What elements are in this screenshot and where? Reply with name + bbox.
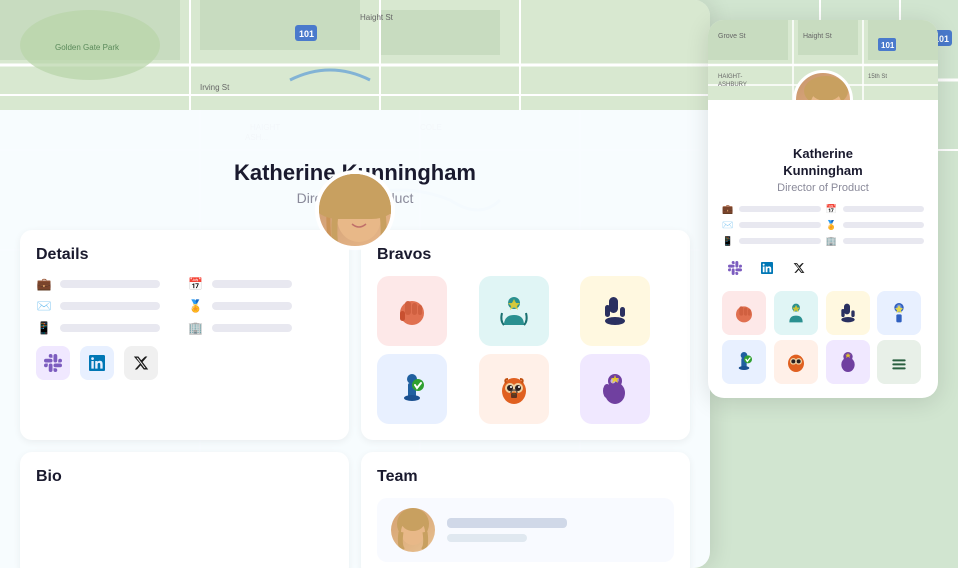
sec-bravo-3[interactable]	[826, 291, 870, 335]
secondary-profile-role: Director of Product	[722, 182, 924, 194]
profile-header: Katherine Kunningham Director of Product	[0, 110, 710, 230]
sec-detail-1: 💼	[722, 204, 821, 215]
bio-title: Bio	[36, 468, 333, 486]
avatar-image	[315, 170, 395, 250]
svg-text:ASHBURY: ASHBURY	[718, 82, 747, 88]
calendar-icon: 📅	[188, 276, 204, 292]
sec-phone-icon: 📱	[722, 236, 734, 247]
bravos-title: Bravos	[377, 246, 674, 264]
svg-text:Haight St: Haight St	[360, 13, 394, 22]
bio-lines	[36, 498, 333, 516]
avatar	[315, 170, 395, 250]
team-title: Team	[377, 468, 674, 486]
sec-detail-3: ✉️	[722, 220, 821, 231]
team-card: Team	[361, 452, 690, 568]
twitter-button[interactable]	[124, 346, 158, 380]
sec-calendar-icon: 📅	[826, 204, 838, 215]
bravos-card: Bravos	[361, 230, 690, 440]
slack-button[interactable]	[36, 346, 70, 380]
detail-value-5	[60, 324, 160, 332]
detail-row-5: 📱	[36, 320, 182, 336]
sec-detail-2: 📅	[826, 204, 925, 215]
svg-text:Grove St: Grove St	[718, 33, 746, 40]
svg-text:Irving St: Irving St	[200, 83, 230, 92]
sec-twitter-button[interactable]	[786, 255, 812, 281]
bravos-grid	[377, 276, 674, 424]
team-member-info	[447, 518, 660, 542]
details-title: Details	[36, 246, 333, 264]
team-member-avatar	[391, 508, 435, 552]
team-member-row[interactable]	[377, 498, 674, 562]
detail-row-4: 🏅	[188, 298, 334, 314]
bravo-item-6[interactable]	[580, 354, 650, 424]
sec-linkedin-button[interactable]	[754, 255, 780, 281]
email-icon: ✉️	[36, 298, 52, 314]
sec-bravo-1[interactable]	[722, 291, 766, 335]
sec-bravo-4[interactable]	[877, 291, 921, 335]
sec-bravo-2[interactable]	[774, 291, 818, 335]
detail-value-2	[212, 280, 292, 288]
details-grid: 💼 📅 ✉️ 🏅 📱	[36, 276, 333, 336]
sec-detail-6: 🏢	[826, 236, 925, 247]
svg-text:101: 101	[881, 41, 895, 50]
cards-grid: Details 💼 📅 ✉️ 🏅	[0, 230, 710, 568]
sec-medal-icon: 🏅	[826, 220, 838, 231]
svg-text:HAIGHT-: HAIGHT-	[718, 74, 742, 80]
sec-bravo-7[interactable]	[826, 340, 870, 384]
secondary-profile-area: Katherine Kunningham Director of Product	[722, 110, 924, 194]
sec-briefcase-icon: 💼	[722, 204, 734, 215]
social-icons	[36, 346, 333, 380]
sec-detail-4: 🏅	[826, 220, 925, 231]
sec-slack-button[interactable]	[722, 255, 748, 281]
details-card: Details 💼 📅 ✉️ 🏅	[20, 230, 349, 440]
team-member-role	[447, 534, 527, 542]
bravo-item-4[interactable]	[377, 354, 447, 424]
svg-text:15th St: 15th St	[868, 74, 887, 80]
detail-row-1: 💼	[36, 276, 182, 292]
bravo-item-5[interactable]	[479, 354, 549, 424]
secondary-profile-card: 101 Grove St Haight St HAIGHT- ASHBURY 1…	[708, 20, 938, 398]
bravo-item-2[interactable]	[479, 276, 549, 346]
detail-row-2: 📅	[188, 276, 334, 292]
detail-row-3: ✉️	[36, 298, 182, 314]
bravo-item-1[interactable]	[377, 276, 447, 346]
svg-text:Haight St: Haight St	[803, 33, 832, 40]
svg-text:101: 101	[299, 29, 314, 39]
svg-text:Golden Gate Park: Golden Gate Park	[55, 43, 120, 52]
secondary-content: Katherine Kunningham Director of Product…	[708, 100, 938, 398]
main-profile-card: Golden Gate Park 101 Haight St Irving St	[0, 0, 710, 568]
detail-value-6	[212, 324, 292, 332]
bio-col-2	[189, 498, 334, 516]
medal-icon: 🏅	[188, 298, 204, 314]
secondary-profile-name: Katherine Kunningham	[722, 146, 924, 180]
bio-card: Bio	[20, 452, 349, 568]
secondary-map: 101 Grove St Haight St HAIGHT- ASHBURY 1…	[708, 20, 938, 100]
secondary-details: 💼 📅 ✉️ 🏅 📱 🏢	[722, 204, 924, 247]
team-member-name	[447, 518, 567, 528]
linkedin-button[interactable]	[80, 346, 114, 380]
detail-value-4	[212, 302, 292, 310]
secondary-social-icons	[722, 255, 924, 281]
bravo-item-3[interactable]	[580, 276, 650, 346]
card-map-top: Golden Gate Park 101 Haight St Irving St	[0, 0, 710, 110]
sec-building-icon: 🏢	[826, 236, 838, 247]
sec-email-icon: ✉️	[722, 220, 734, 231]
detail-row-6: 🏢	[188, 320, 334, 336]
secondary-bravos-grid	[722, 291, 924, 384]
phone-icon: 📱	[36, 320, 52, 336]
sec-bravo-8[interactable]	[877, 340, 921, 384]
building-icon: 🏢	[188, 320, 204, 336]
sec-bravo-6[interactable]	[774, 340, 818, 384]
sec-detail-5: 📱	[722, 236, 821, 247]
bio-col-1	[36, 498, 181, 516]
detail-value-1	[60, 280, 160, 288]
sec-bravo-5[interactable]	[722, 340, 766, 384]
briefcase-icon: 💼	[36, 276, 52, 292]
detail-value-3	[60, 302, 160, 310]
